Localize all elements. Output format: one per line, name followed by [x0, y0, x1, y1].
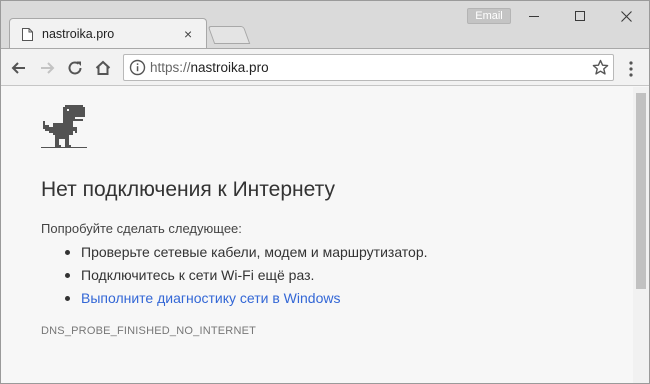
info-icon[interactable] — [129, 59, 146, 76]
tab-close-icon[interactable]: × — [184, 26, 192, 42]
page-content: Нет подключения к Интернету Попробуйте с… — [1, 87, 633, 383]
suggestion-list: Проверьте сетевые кабели, модем и маршру… — [41, 241, 428, 310]
tab-title: nastroika.pro — [42, 27, 115, 41]
minimize-button[interactable] — [511, 1, 557, 31]
bookmark-star-icon[interactable] — [592, 59, 609, 76]
vertical-scrollbar[interactable] — [633, 87, 649, 383]
url-host: nastroika.pro — [190, 60, 269, 75]
tab-active[interactable]: nastroika.pro × — [9, 18, 207, 49]
url-text[interactable]: https://nastroika.pro — [150, 60, 269, 75]
suggestions-intro: Попробуйте сделать следующее: — [41, 221, 242, 236]
toolbar: https://nastroika.pro — [1, 48, 649, 86]
menu-dots-icon[interactable] — [629, 61, 633, 77]
suggestion-reconnect-wifi: Подключитесь к сети Wi-Fi ещё раз. — [41, 264, 428, 287]
reload-icon[interactable] — [66, 59, 84, 77]
home-icon[interactable] — [94, 59, 112, 77]
maximize-button[interactable] — [557, 1, 603, 31]
page-icon — [22, 28, 33, 41]
dinosaur-icon — [41, 105, 87, 151]
error-code: DNS_PROBE_FINISHED_NO_INTERNET — [41, 325, 257, 337]
scrollbar-thumb[interactable] — [636, 93, 646, 289]
new-tab-button[interactable] — [207, 26, 251, 44]
suggestion-check-cables: Проверьте сетевые кабели, модем и маршру… — [41, 241, 428, 264]
back-arrow-icon[interactable] — [10, 59, 28, 77]
close-window-button[interactable] — [603, 1, 649, 31]
close-icon — [620, 10, 632, 22]
address-bar[interactable]: https://nastroika.pro — [123, 54, 614, 81]
page-title: Нет подключения к Интернету — [41, 178, 335, 201]
profile-button[interactable]: Email — [467, 8, 511, 24]
maximize-icon — [575, 11, 585, 21]
network-diagnostics-link[interactable]: Выполните диагностику сети в Windows — [41, 287, 428, 310]
browser-window: Email nastroika.pro × https://nastroika.… — [0, 0, 650, 384]
minimize-icon — [529, 15, 539, 17]
title-bar: Email nastroika.pro × — [1, 1, 649, 49]
url-protocol: https:// — [150, 60, 191, 75]
forward-arrow-icon[interactable] — [38, 59, 56, 77]
